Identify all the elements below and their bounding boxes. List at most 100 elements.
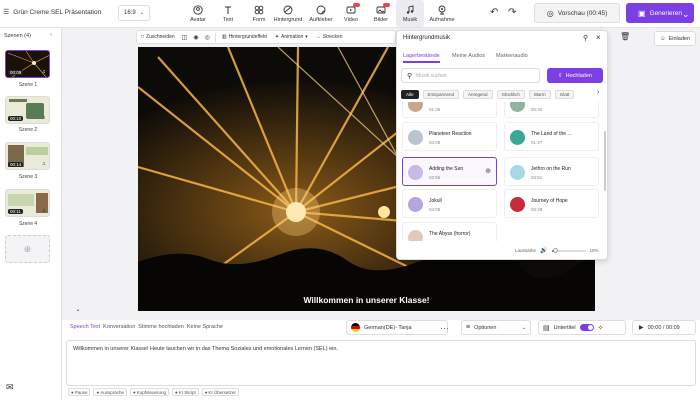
collapse-icon[interactable]: ‹ — [50, 32, 52, 38]
toolbar-images-button[interactable]: Bilder — [370, 0, 392, 27]
toolbar-form-button[interactable]: Form — [248, 0, 270, 27]
volume-slider[interactable] — [551, 247, 586, 253]
edit-tools-bar: □ Zuschneiden ◫ ◉ ◎ ▥ Hintergrundeffekt ✦ A… — [136, 30, 396, 44]
play-icon[interactable]: ▶ — [639, 324, 644, 331]
track-card[interactable]: Planeteer Reaction 04:08 — [402, 122, 497, 151]
pause-icon: ● — [71, 389, 74, 395]
tab-conversation[interactable]: Konversation — [103, 324, 135, 330]
pronunciation-button[interactable]: ● Aussprache — [93, 388, 127, 396]
track-duration: 01:35 — [429, 107, 441, 112]
menu-icon[interactable]: ☰ — [3, 8, 9, 16]
redo-icon[interactable]: ↷ — [508, 7, 516, 18]
toolbar-video-button[interactable]: Video — [340, 0, 362, 27]
track-card[interactable]: The Land of the ... 01:47 — [504, 122, 599, 151]
stretch-button[interactable]: ↔ Strecken — [312, 30, 347, 44]
color-icon[interactable]: ◎ — [202, 34, 213, 41]
track-card[interactable]: 01:35 — [402, 102, 497, 118]
script-textarea[interactable]: Willkommen in unserer Klasse! Heute tauc… — [66, 340, 696, 386]
tab-stock[interactable]: Lagerbestände — [403, 53, 440, 59]
project-title-area: ☰ Grün Creme SEL Präsentation — [3, 8, 101, 17]
collapse-script-button[interactable]: ⌄ — [72, 305, 84, 313]
plus-circle-icon: ⊕ — [23, 243, 32, 254]
head-control-button[interactable]: ● Kopfsteuerung — [129, 388, 169, 396]
tab-no-speech[interactable]: Keine Sprache — [187, 324, 223, 330]
animation-button[interactable]: ✦ Animation ▾ — [271, 30, 312, 44]
ai-script-icon: ● — [174, 389, 178, 395]
sticker-icon — [316, 5, 326, 14]
undo-icon[interactable]: ↶ — [490, 7, 498, 18]
subtitle-toggle[interactable] — [579, 324, 594, 331]
playback-control[interactable]: ▶ 00:00 / 00:09 — [632, 320, 696, 335]
preview-button[interactable]: ◎ Vorschau (00:45) — [534, 3, 620, 23]
aspect-ratio-select[interactable]: 16:9 ⌄ — [118, 5, 150, 21]
generate-dropdown-icon[interactable]: ⌄ — [682, 9, 692, 20]
subtitle-label: Untertitel — [553, 324, 576, 331]
music-search-input[interactable]: ⚲ Musik suchen — [401, 68, 540, 83]
chip-all[interactable]: Alle — [401, 90, 419, 99]
tab-speech-text[interactable]: Speech Text — [70, 324, 100, 330]
track-list-scrollbar[interactable] — [604, 131, 606, 191]
tab-upload-voice[interactable]: Stimme hochladen — [138, 324, 184, 330]
chip-smooth[interactable]: Glatt — [554, 90, 575, 99]
chat-support-icon[interactable]: ✉ — [6, 382, 14, 393]
scene-thumbnail-2[interactable]: 00:10 ♫ — [5, 96, 50, 124]
layer-icon[interactable]: ◫ — [179, 34, 191, 41]
toolbar-avatar-button[interactable]: Avatar — [186, 0, 210, 27]
background-effect-button[interactable]: ▥ Hintergrundeffekt — [218, 30, 271, 44]
track-card[interactable]: 00:32 — [504, 102, 599, 118]
divider — [214, 32, 216, 42]
canvas-subtitle[interactable]: Willkommen in unserer Klasse! — [138, 295, 595, 305]
toolbar-text-button[interactable]: Text — [218, 0, 238, 27]
chip-relaxing[interactable]: Entspannend — [422, 90, 460, 99]
toolbar-background-button[interactable]: Hintergrund — [272, 0, 304, 27]
tab-my-audios[interactable]: Meine Audios — [452, 53, 485, 59]
track-card[interactable]: The Abyss (horror) — [402, 222, 497, 241]
toolbar-label: Video — [344, 16, 358, 23]
upload-button[interactable]: ⇧ Hochladen — [547, 68, 603, 83]
chevron-down-icon: ⌄ — [521, 324, 526, 331]
toolbar-label: Musik — [402, 16, 418, 23]
delete-icon[interactable]: 🗑 — [620, 32, 630, 41]
toolbar-record-button[interactable]: Aufnahme — [428, 0, 456, 27]
chip-happy[interactable]: Glücklich — [496, 90, 525, 99]
toolbar-label: Text — [222, 16, 234, 23]
close-icon[interactable]: × — [596, 33, 601, 42]
project-title[interactable]: Grün Creme SEL Präsentation — [13, 9, 101, 16]
pin-icon[interactable]: ⚲ — [583, 34, 588, 42]
preview-label: Vorschau (00:45) — [557, 9, 608, 17]
toolbar-music-button[interactable]: Musik — [396, 0, 424, 27]
tab-brand-audio[interactable]: Markenaudio — [496, 53, 528, 59]
more-options-icon[interactable]: ⋯ — [440, 323, 449, 334]
toolbar-sticker-button[interactable]: Aufkleber — [306, 0, 336, 27]
pause-button[interactable]: ● Pause — [68, 388, 91, 396]
chip-warm[interactable]: Warm — [528, 90, 551, 99]
chip-stimulating[interactable]: Anregend — [463, 90, 493, 99]
track-cover — [510, 130, 525, 145]
invite-button[interactable]: ☺ Einladen — [654, 31, 696, 46]
bg-effect-label: Hintergrundeffekt — [228, 34, 267, 40]
options-select[interactable]: ≡ Optionen ⌄ — [461, 320, 531, 335]
voice-select[interactable]: German(DE)- Tanja — [346, 320, 448, 335]
track-card-selected[interactable]: Adding the Sun 02:56 ⊕ — [402, 157, 497, 186]
scene-thumbnail-4[interactable]: 00:11 ♫ — [5, 189, 50, 217]
speaker-icon[interactable]: 🔊 — [540, 247, 547, 254]
add-track-icon[interactable]: ⊕ — [485, 167, 491, 175]
ai-translator-button[interactable]: ● KI Übersetzer — [201, 388, 239, 396]
opacity-icon[interactable]: ◉ — [190, 34, 201, 41]
track-card[interactable]: Jokull 04:05 — [402, 189, 497, 218]
crop-button[interactable]: □ Zuschneiden — [137, 30, 179, 44]
caret-down-icon: ▾ — [305, 34, 308, 40]
chips-next-icon[interactable]: › — [597, 89, 599, 96]
scene-thumbnail-1[interactable]: 00:09 ♫ — [5, 50, 50, 78]
subtitle-icon: ▤ — [543, 324, 550, 332]
toolbar-label: Aufkleber — [309, 16, 333, 23]
magic-icon[interactable]: ✧ — [598, 324, 604, 332]
scene-thumbnail-3[interactable]: 00:14 ♫ — [5, 142, 50, 170]
toolbar-label: Form — [252, 16, 266, 23]
ai-script-button[interactable]: ● KI Skript — [171, 388, 199, 396]
search-icon: ⚲ — [407, 72, 413, 80]
add-scene-button[interactable]: ⊕ — [5, 235, 50, 263]
track-card[interactable]: Jethro on the Run 03:51 — [504, 157, 599, 186]
track-card[interactable]: Journey of Hope 05:49 — [504, 189, 599, 218]
volume-knob[interactable] — [552, 247, 558, 253]
